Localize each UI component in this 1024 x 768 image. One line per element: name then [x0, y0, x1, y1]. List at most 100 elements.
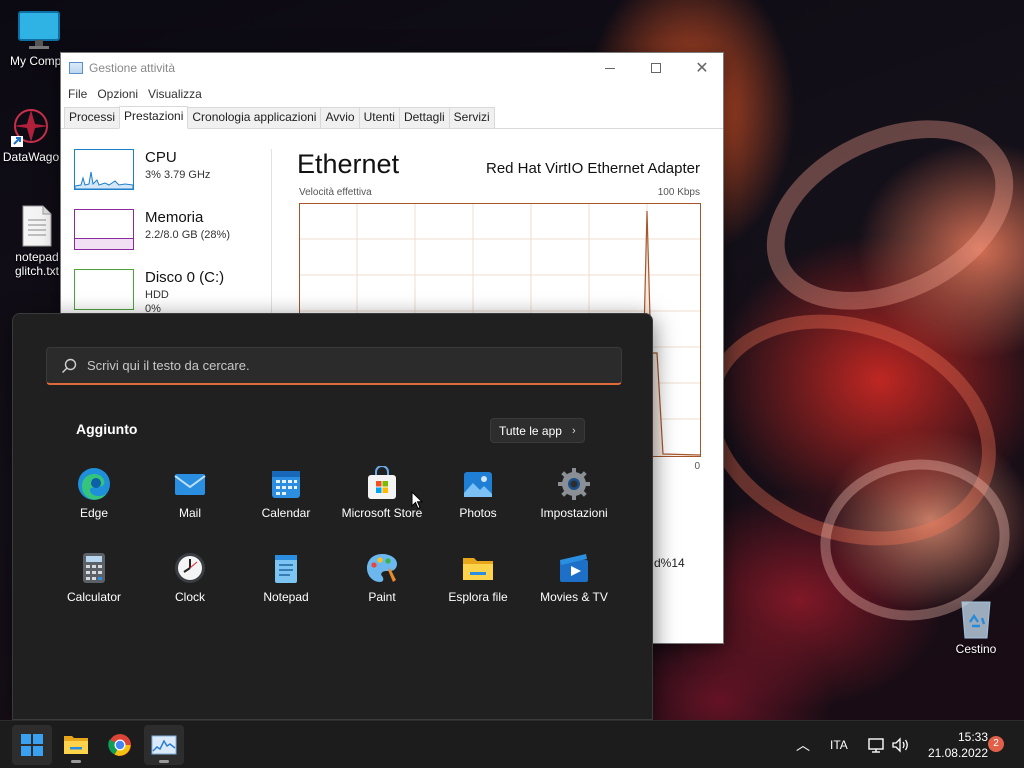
- pinned-app-movies-tv[interactable]: Movies & TV: [526, 544, 622, 616]
- photos-icon: [464, 472, 492, 497]
- minimize-icon: [605, 67, 615, 69]
- close-button[interactable]: ✕: [679, 53, 725, 83]
- mouse-cursor-icon: [411, 491, 423, 510]
- mail-icon: [174, 474, 206, 495]
- notification-badge[interactable]: 2: [988, 736, 1004, 752]
- adapter-name: Red Hat VirtIO Ethernet Adapter: [485, 160, 700, 177]
- desktop-icon-recycle-bin[interactable]: Cestino: [944, 596, 1008, 656]
- search-box[interactable]: [46, 347, 622, 385]
- taskbar-file-explorer[interactable]: [56, 725, 96, 765]
- app-label: Mail: [178, 506, 201, 520]
- tab-details[interactable]: Dettagli: [398, 107, 450, 128]
- store-icon: [368, 466, 396, 499]
- minimize-button[interactable]: [587, 53, 633, 83]
- pinned-app-edge[interactable]: Edge: [46, 460, 142, 532]
- monitor-icon: [18, 11, 60, 49]
- memory-thumbnail-graph: [74, 209, 134, 250]
- language-label: ITA: [830, 738, 848, 752]
- pinned-app-notepad[interactable]: Notepad: [238, 544, 334, 616]
- cpu-thumbnail-graph: [74, 149, 134, 190]
- start-button[interactable]: [12, 725, 52, 765]
- performance-sidebar: CPU 3% 3.79 GHz Memoria 2.2/8.0 GB (28%)…: [61, 131, 273, 315]
- menu-bar: File Opzioni Visualizza: [61, 83, 723, 105]
- tab-app-history[interactable]: Cronologia applicazioni: [187, 107, 322, 128]
- search-input[interactable]: [87, 358, 587, 373]
- calculator-icon: [83, 553, 105, 583]
- pinned-app-calendar[interactable]: Calendar: [238, 460, 334, 532]
- app-label: Notepad: [263, 590, 309, 604]
- paint-icon: [367, 554, 397, 582]
- title-bar[interactable]: Gestione attività ✕: [61, 53, 723, 83]
- edge-icon: [78, 468, 110, 500]
- perf-item-memory[interactable]: Memoria 2.2/8.0 GB (28%): [61, 191, 273, 251]
- time-label: 15:33: [957, 730, 988, 744]
- date-label: 21.08.2022: [927, 746, 988, 760]
- tab-processes[interactable]: Processi: [64, 107, 121, 128]
- pinned-app-file-explorer[interactable]: Esplora file: [430, 544, 526, 616]
- taskbar-chrome[interactable]: [100, 725, 140, 765]
- desktop-icon-datawagon[interactable]: DataWago: [0, 106, 62, 164]
- start-menu: Aggiunto Tutte le app › Edge Mail C: [12, 313, 653, 720]
- menu-options[interactable]: Opzioni: [92, 87, 143, 101]
- network-icon: [868, 738, 884, 753]
- tab-startup[interactable]: Avvio: [320, 107, 360, 128]
- app-label: Movies & TV: [540, 590, 608, 604]
- pinned-app-photos[interactable]: Photos: [430, 460, 526, 532]
- menu-view[interactable]: Visualizza: [143, 87, 207, 101]
- tab-performance[interactable]: Prestazioni: [119, 106, 189, 129]
- perf-item-title: CPU: [145, 149, 177, 166]
- desktop-icon-label: Cestino: [955, 642, 997, 656]
- graph-axis-min: 0: [694, 461, 700, 472]
- tab-services[interactable]: Servizi: [448, 107, 495, 128]
- chevron-up-icon: ︿: [796, 737, 810, 753]
- pinned-app-clock[interactable]: Clock: [142, 544, 238, 616]
- all-apps-button[interactable]: Tutte le app ›: [490, 418, 585, 443]
- start-icon: [21, 734, 43, 756]
- file-explorer-icon: [463, 558, 493, 580]
- app-label: Impostazioni: [540, 506, 608, 520]
- wallpaper-ribbon: [736, 83, 1024, 347]
- perf-item-title: Disco 0 (C:): [145, 269, 225, 286]
- detail-title: Ethernet: [297, 149, 400, 179]
- clock-icon: [175, 553, 205, 583]
- text-file-icon: [22, 205, 52, 247]
- pinned-app-calculator[interactable]: Calculator: [46, 544, 142, 616]
- perf-item-value: 3% 3.79 GHz: [145, 169, 211, 181]
- taskbar-task-manager[interactable]: [144, 725, 184, 765]
- language-indicator[interactable]: ITA: [830, 721, 848, 768]
- perf-item-cpu[interactable]: CPU 3% 3.79 GHz: [61, 131, 273, 191]
- window-title: Gestione attività: [89, 61, 176, 75]
- maximize-icon: [651, 63, 661, 73]
- app-label: Photos: [459, 506, 497, 520]
- search-icon: [62, 358, 77, 373]
- running-indicator: [159, 760, 169, 763]
- settings-icon: [558, 468, 590, 500]
- app-label: Edge: [79, 506, 109, 520]
- pinned-app-mail[interactable]: Mail: [142, 460, 238, 532]
- stat-value-fragment: d%14: [654, 556, 685, 570]
- calendar-icon: [272, 471, 300, 498]
- task-manager-icon: [69, 62, 83, 74]
- pinned-app-paint[interactable]: Paint: [334, 544, 430, 616]
- pinned-app-settings[interactable]: Impostazioni: [526, 460, 622, 532]
- show-hidden-icons-button[interactable]: ︿: [796, 721, 810, 768]
- chevron-right-icon: ›: [571, 424, 576, 437]
- desktop-icon-notepad-glitch[interactable]: notepad glitch.txt: [6, 204, 68, 278]
- graph-axis-max: 100 Kbps: [657, 187, 700, 198]
- maximize-button[interactable]: [633, 53, 679, 83]
- clock-button[interactable]: 15:33 21.08.2022: [918, 729, 988, 761]
- perf-item-value: 2.2/8.0 GB (28%): [145, 229, 230, 241]
- volume-button[interactable]: [891, 721, 911, 768]
- app-label: Esplora file: [448, 590, 508, 604]
- tab-users[interactable]: Utenti: [358, 107, 400, 128]
- recycle-bin-icon: [961, 601, 991, 639]
- perf-item-disk[interactable]: Disco 0 (C:) HDD 0%: [61, 251, 273, 315]
- network-button[interactable]: [867, 721, 885, 768]
- app-label: Calculator: [66, 590, 122, 604]
- task-manager-icon: [151, 735, 177, 755]
- perf-item-title: Memoria: [145, 209, 204, 226]
- taskbar: ︿ ITA 15:33 21.08.2022: [0, 720, 1024, 768]
- graph-axis-label: Velocità effettiva: [299, 187, 372, 198]
- menu-file[interactable]: File: [63, 87, 92, 101]
- all-apps-label: Tutte le app: [499, 423, 562, 438]
